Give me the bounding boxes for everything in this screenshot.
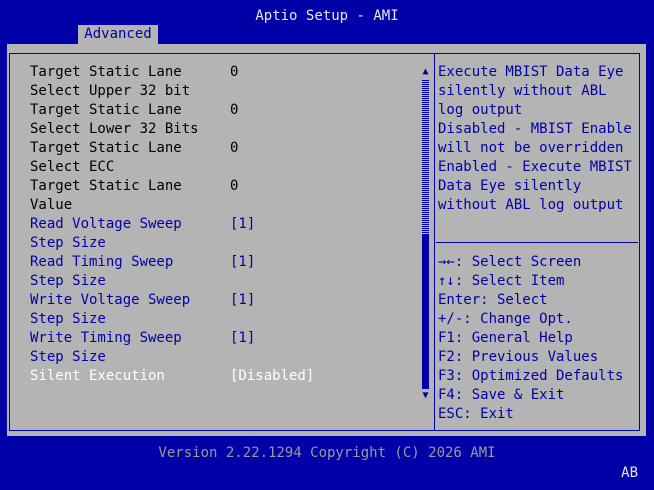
setting-row[interactable]: Write Timing Sweep [1] <box>30 329 420 348</box>
setting-value[interactable]: [1] <box>230 291 255 310</box>
scrollbar[interactable]: ▲ ▼ <box>421 67 430 403</box>
key-help-line: ↑↓: Select Item <box>438 273 565 289</box>
setting-row[interactable]: Read Voltage Sweep [1] <box>30 215 420 234</box>
help-text: Execute MBIST Data Eye silently without A… <box>438 63 638 215</box>
help-line: Execute MBIST Data Eye <box>438 64 624 80</box>
key-help-line: F1: General Help <box>438 330 573 346</box>
key-help-line: →←: Select Screen <box>438 254 582 270</box>
help-line: Disabled - MBIST Enable <box>438 121 632 137</box>
setting-value[interactable]: [1] <box>230 329 255 348</box>
help-line: silently without ABL <box>438 83 607 99</box>
help-line: without ABL log output <box>438 197 624 213</box>
setting-value: 0 <box>230 140 239 156</box>
setting-label: Select Lower 32 Bits <box>30 121 199 137</box>
setting-value: 0 <box>230 178 239 194</box>
setting-row: Target Static Lane 0 <box>30 139 420 158</box>
key-help-line: F3: Optimized Defaults <box>438 368 624 384</box>
setting-row[interactable]: Step Size <box>30 310 420 329</box>
corner-indicator: AB <box>621 465 638 481</box>
version-footer: Version 2.22.1294 Copyright (C) 2026 AMI <box>158 445 496 461</box>
setting-row[interactable]: Silent Execution [Disabled] <box>30 367 420 386</box>
help-line: will not be overridden <box>438 140 624 156</box>
setting-label: Step Size <box>30 349 106 365</box>
setting-label: Read Timing Sweep <box>30 254 174 270</box>
setting-label: Step Size <box>30 235 106 251</box>
settings-list: Target Static Lane 0 Select Upper 32 bit Ta… <box>30 63 420 386</box>
setting-label: Write Timing Sweep <box>30 330 182 346</box>
setting-row: Select Lower 32 Bits <box>30 120 420 139</box>
setup-panel: Target Static Lane 0 Select Upper 32 bit Ta… <box>7 44 646 436</box>
setting-row: Target Static Lane 0 <box>30 63 420 82</box>
key-help-line: ESC: Exit <box>438 406 514 422</box>
help-line: log output <box>438 102 523 118</box>
setting-label: Value <box>30 197 73 213</box>
setting-label: Silent Execution <box>30 368 165 384</box>
scroll-track[interactable] <box>422 79 429 389</box>
setting-value[interactable]: [1] <box>230 253 255 272</box>
setting-value[interactable]: [Disabled] <box>230 367 314 386</box>
scroll-down-arrow-icon[interactable]: ▼ <box>421 391 430 401</box>
setting-row: Value <box>30 196 420 215</box>
setting-label: Select Upper 32 bit <box>30 83 191 99</box>
key-help-line: +/-: Change Opt. <box>438 311 573 327</box>
setting-row: Target Static Lane 0 <box>30 101 420 120</box>
setting-value[interactable]: [1] <box>230 215 255 234</box>
setting-label: Target Static Lane <box>30 178 182 194</box>
setting-row: Select Upper 32 bit <box>30 82 420 101</box>
column-divider <box>434 54 435 430</box>
setting-row: Select ECC <box>30 158 420 177</box>
key-help: →←: Select Screen ↑↓: Select Item Enter: S… <box>438 253 638 424</box>
scroll-thumb[interactable] <box>422 235 429 389</box>
setting-row[interactable]: Write Voltage Sweep [1] <box>30 291 420 310</box>
scroll-up-arrow-icon[interactable]: ▲ <box>421 67 430 77</box>
help-line: Data Eye silently <box>438 178 582 194</box>
window-title: Aptio Setup - AMI <box>255 8 399 24</box>
tab-advanced[interactable]: Advanced <box>78 25 158 44</box>
setting-label: Select ECC <box>30 159 115 175</box>
setting-row[interactable]: Step Size <box>30 348 420 367</box>
setting-label: Step Size <box>30 311 106 327</box>
setting-label: Target Static Lane <box>30 140 182 156</box>
setting-label: Target Static Lane <box>30 64 182 80</box>
setting-label: Target Static Lane <box>30 102 182 118</box>
setting-label: Read Voltage Sweep <box>30 216 182 232</box>
key-help-line: Enter: Select <box>438 292 548 308</box>
setting-row[interactable]: Step Size <box>30 234 420 253</box>
setting-row[interactable]: Read Timing Sweep [1] <box>30 253 420 272</box>
setting-value: 0 <box>230 64 239 80</box>
setting-label: Step Size <box>30 273 106 289</box>
key-help-line: F4: Save & Exit <box>438 387 565 403</box>
help-separator <box>436 242 638 243</box>
help-line: Enabled - Execute MBIST <box>438 159 632 175</box>
key-help-line: F2: Previous Values <box>438 349 599 365</box>
setting-label: Write Voltage Sweep <box>30 292 191 308</box>
setting-value: 0 <box>230 102 239 118</box>
setting-row[interactable]: Step Size <box>30 272 420 291</box>
setting-row: Target Static Lane 0 <box>30 177 420 196</box>
